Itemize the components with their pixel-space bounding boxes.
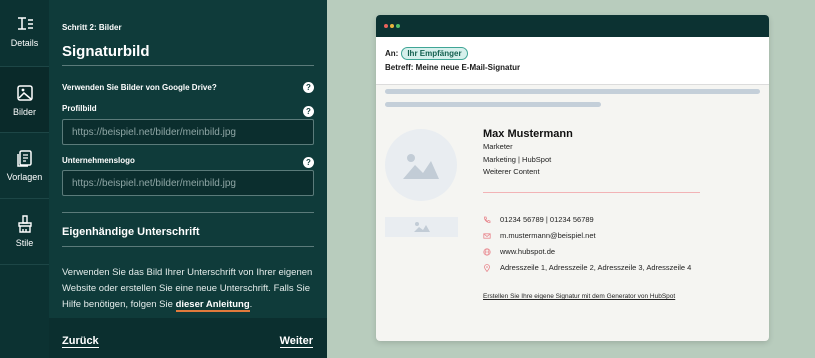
recipient-row: An: Ihr Empfänger: [385, 47, 468, 60]
company-logo-label: Unternehmenslogo: [62, 156, 135, 165]
to-label: An:: [385, 49, 399, 58]
panel-footer: Zurück Weiter: [49, 318, 327, 358]
back-button[interactable]: Zurück: [62, 335, 99, 348]
signature-help-text: Verwenden Sie das Bild Ihrer Unterschrif…: [62, 265, 316, 313]
rail-item-stile[interactable]: Stile: [0, 214, 49, 264]
image-placeholder-icon: [403, 154, 439, 179]
placeholder-text-bar: [385, 89, 760, 94]
website-row: www.hubspot.de: [483, 247, 555, 256]
google-drive-label: Verwenden Sie Bilder von Google Drive?: [62, 83, 217, 92]
company-logo-placeholder: [385, 217, 458, 237]
email-header: An: Ihr Empfänger Betreff: Meine neue E-…: [376, 37, 769, 85]
editor-panel: Schritt 2: Bilder Signaturbild Verwenden…: [49, 0, 327, 358]
globe-icon: [483, 247, 491, 256]
templates-icon: [16, 150, 32, 167]
logo-placeholder-icon: [413, 222, 430, 232]
placeholder-text-bar: [385, 102, 601, 107]
help-icon[interactable]: ?: [303, 157, 314, 168]
signature-job: Marketer: [483, 142, 513, 151]
next-button[interactable]: Weiter: [279, 335, 313, 348]
rail-item-label: Stile: [15, 238, 34, 248]
section-title: Signaturbild: [62, 43, 150, 60]
paragraph-end: .: [249, 299, 253, 310]
step-label: Schritt 2: Bilder: [62, 23, 122, 32]
section-divider: [62, 212, 314, 213]
rail-item-label: Details: [10, 38, 39, 48]
title-divider: [62, 65, 314, 66]
rail-divider: [0, 132, 49, 133]
help-icon[interactable]: ?: [303, 82, 314, 93]
rail-item-vorlagen[interactable]: Vorlagen: [0, 148, 49, 198]
address-text: Adresszeile 1, Adresszeile 2, Adresszeil…: [500, 263, 692, 272]
profile-image-input[interactable]: https://beispiel.net/bilder/meinbild.jpg: [62, 119, 314, 145]
rail-divider: [0, 264, 49, 265]
guide-link[interactable]: dieser Anleitung: [175, 299, 250, 312]
generator-link[interactable]: Erstellen Sie Ihre eigene Signatur mit d…: [483, 293, 675, 300]
phone-row: 01234 56789 | 01234 56789: [483, 215, 594, 224]
location-pin-icon: [484, 263, 490, 272]
profile-image-placeholder: [385, 129, 457, 201]
rail-divider: [0, 198, 49, 199]
image-icon: [16, 85, 33, 101]
help-icon[interactable]: ?: [303, 106, 314, 117]
signature-department: Marketing | HubSpot: [483, 155, 552, 164]
window-titlebar: [376, 15, 769, 37]
details-icon: [17, 17, 33, 30]
rail-item-label: Vorlagen: [6, 172, 43, 182]
website-text: www.hubspot.de: [500, 247, 556, 256]
window-dot-red: [384, 24, 388, 28]
signature-section-title: Eigenhändige Unterschrift: [62, 226, 200, 238]
company-logo-input[interactable]: https://beispiel.net/bilder/meinbild.jpg: [62, 170, 314, 196]
rail-item-label: Bilder: [12, 107, 36, 117]
brush-icon: [17, 215, 32, 233]
phone-text: 01234 56789 | 01234 56789: [500, 215, 594, 224]
phone-icon: [484, 216, 491, 223]
signature-name: Max Mustermann: [483, 128, 573, 140]
icon-rail: Details Bilder Vorlagen Stile: [0, 0, 49, 358]
email-row: m.mustermann@beispiel.net: [483, 231, 596, 240]
mail-icon: [483, 232, 491, 239]
address-row: Adresszeile 1, Adresszeile 2, Adresszeil…: [483, 263, 691, 272]
section-divider: [62, 246, 314, 247]
email-preview-window: An: Ihr Empfänger Betreff: Meine neue E-…: [376, 15, 769, 341]
profile-image-label: Profilbild: [62, 104, 97, 113]
signature-extra: Weiterer Content: [483, 167, 540, 176]
window-dot-green: [396, 24, 400, 28]
rail-item-details[interactable]: Details: [0, 14, 49, 62]
recipient-badge: Ihr Empfänger: [401, 47, 468, 60]
rail-item-bilder[interactable]: Bilder: [0, 67, 49, 132]
email-text: m.mustermann@beispiel.net: [500, 231, 596, 240]
signature-divider: [483, 192, 700, 193]
window-dot-yellow: [390, 24, 394, 28]
subject-line: Betreff: Meine neue E-Mail-Signatur: [385, 63, 521, 72]
